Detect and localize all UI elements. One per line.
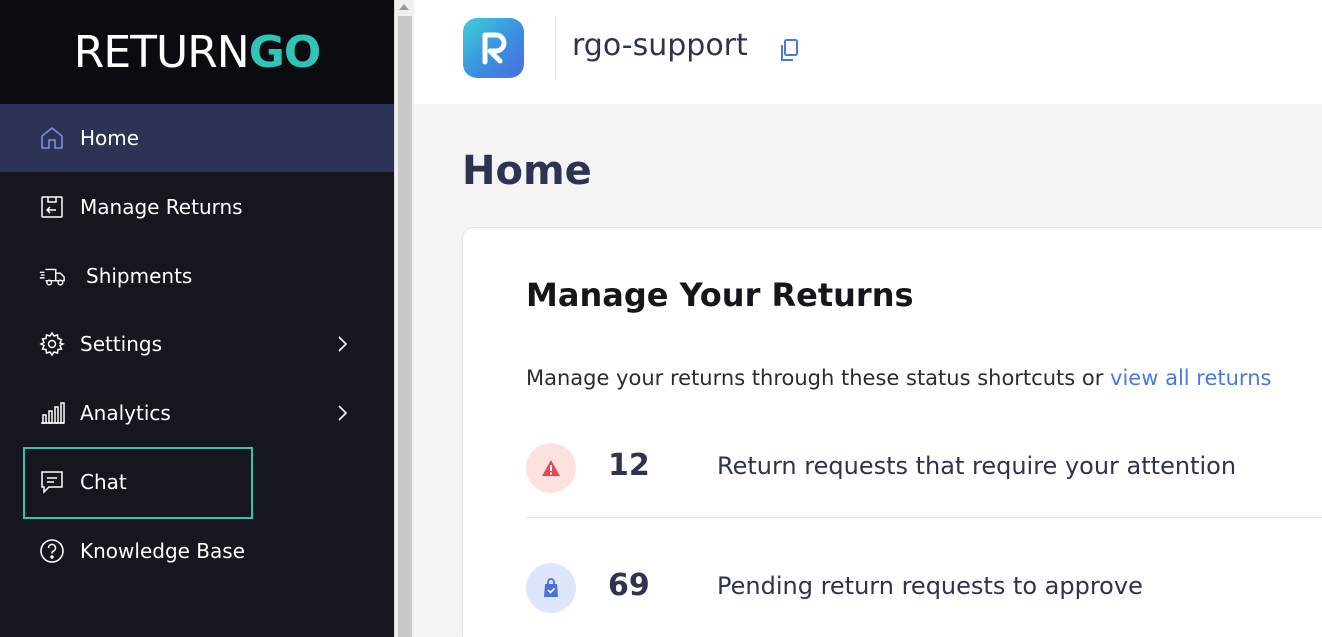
logo-text-go: GO (248, 26, 322, 78)
sidebar-item-knowledge-base[interactable]: Knowledge Base (0, 517, 394, 585)
shopping-bag-icon (526, 563, 576, 613)
sidebar-item-label: Home (80, 126, 140, 150)
bar-chart-icon (38, 399, 66, 427)
sidebar-item-label: Settings (80, 332, 163, 356)
returngo-logo[interactable]: RETURNGO (0, 0, 394, 104)
sidebar-item-label: Chat (80, 470, 127, 494)
card-subtitle: Manage your returns through these status… (526, 366, 1271, 390)
sidebar-item-home[interactable]: Home (0, 104, 394, 172)
gear-icon (38, 330, 66, 358)
truck-icon (38, 262, 66, 290)
scroll-up-arrow-icon[interactable] (399, 4, 409, 10)
warning-icon (526, 443, 576, 493)
sidebar-item-label: Knowledge Base (80, 539, 245, 563)
sidebar-item-shipments[interactable]: Shipments (0, 242, 394, 310)
card-subtitle-text: Manage your returns through these status… (526, 366, 1111, 390)
store-name: rgo-support (572, 28, 748, 63)
card-title: Manage Your Returns (526, 276, 914, 314)
sidebar-item-analytics[interactable]: Analytics (0, 379, 394, 447)
sidebar-item-settings[interactable]: Settings (0, 310, 394, 378)
status-row-attention[interactable]: 12 Return requests that require your att… (526, 428, 1322, 508)
pending-count: 69 (608, 568, 650, 603)
logo-text-return: RETURN (73, 26, 250, 78)
sidebar-item-chat[interactable]: Chat (0, 448, 394, 516)
sidebar-item-label: Analytics (80, 401, 171, 425)
app-logo-icon[interactable] (463, 18, 524, 78)
sidebar-item-label: Manage Returns (80, 195, 243, 219)
view-all-returns-link[interactable]: view all returns (1110, 366, 1271, 390)
sidebar-item-manage-returns[interactable]: Manage Returns (0, 173, 394, 241)
scroll-thumb[interactable] (398, 16, 412, 637)
status-row-pending[interactable]: 69 Pending return requests to approve (526, 548, 1322, 628)
sidebar: RETURNGO Home Manage Returns Shipments S… (0, 0, 394, 637)
pending-description: Pending return requests to approve (717, 572, 1143, 600)
header-divider (555, 16, 556, 80)
return-box-icon (38, 193, 66, 221)
top-header: rgo-support (414, 0, 1322, 104)
chat-icon (38, 468, 66, 496)
attention-description: Return requests that require your attent… (717, 452, 1237, 480)
chevron-right-icon (332, 334, 352, 354)
help-circle-icon (38, 537, 66, 565)
chevron-right-icon (332, 403, 352, 423)
page-title: Home (462, 148, 592, 194)
copy-icon[interactable] (778, 38, 800, 64)
sidebar-scrollbar[interactable] (394, 0, 414, 637)
row-divider (526, 517, 1322, 518)
attention-count: 12 (608, 448, 650, 483)
home-icon (38, 124, 66, 152)
sidebar-item-label: Shipments (86, 264, 193, 288)
manage-returns-card: Manage Your Returns Manage your returns … (462, 227, 1322, 637)
